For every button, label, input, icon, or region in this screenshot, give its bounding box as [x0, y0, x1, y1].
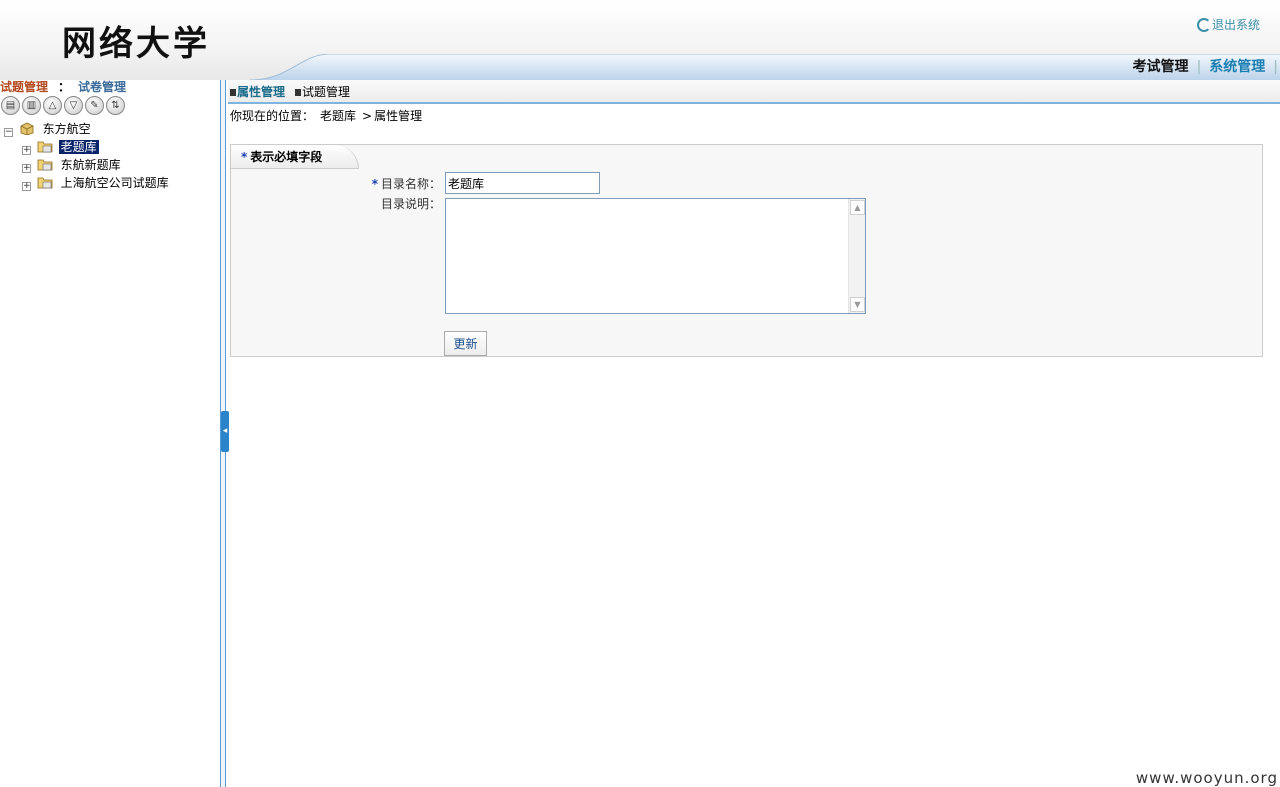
directory-description-textarea[interactable]: [445, 198, 866, 314]
category-tree: − 东方航空 + 老题库 + 东航新题库 + 上海航空公司试题库: [0, 120, 220, 192]
breadcrumb-prefix: 你现在的位置：: [230, 109, 315, 123]
folder-icon: [37, 177, 53, 189]
tab-question-management[interactable]: 试题管理: [0, 80, 48, 94]
required-star: *: [241, 150, 248, 164]
tree-item-label: 东航新题库: [60, 158, 121, 172]
legend-text: 表示必填字段: [250, 150, 323, 164]
logout-link[interactable]: 退出系统: [1196, 16, 1260, 33]
tree-toolbar: ▤ ▥ △ ▽ ✎ ⇅: [0, 96, 220, 118]
tree-root[interactable]: − 东方航空: [0, 120, 220, 138]
nav-system-management[interactable]: 系统管理: [1203, 56, 1271, 78]
logout-icon: [1196, 18, 1211, 32]
nav-separator: |: [1196, 59, 1202, 75]
update-button[interactable]: 更新: [444, 331, 487, 356]
tree-item-old-bank[interactable]: + 老题库: [0, 138, 220, 156]
tab-separator: ：: [58, 80, 71, 94]
left-panel: 试题管理 ： 试卷管理 ▤ ▥ △ ▽ ✎ ⇅ − 东方航空 + 老题库 + 东航新题库 + …: [0, 80, 220, 787]
tree-item-new-bank[interactable]: + 东航新题库: [0, 156, 220, 174]
desc-label: 目录说明：: [380, 197, 441, 211]
left-tabs: 试题管理 ： 试卷管理: [0, 80, 220, 94]
sub-tabs: 属性管理 试题管理: [228, 80, 1280, 104]
box-icon: [20, 122, 34, 135]
folder-icon: [37, 141, 53, 153]
logout-label: 退出系统: [1211, 18, 1260, 32]
tree-item-shanghai-bank[interactable]: + 上海航空公司试题库: [0, 174, 220, 192]
directory-name-input[interactable]: [445, 172, 600, 194]
move-up-icon[interactable]: △: [43, 96, 62, 115]
move-down-icon[interactable]: ▽: [64, 96, 83, 115]
add-folder-icon[interactable]: ▤: [1, 96, 20, 115]
form-legend: * 表示必填字段: [231, 145, 359, 169]
breadcrumb-current: 属性管理: [374, 109, 423, 123]
nav-band-graphic: [0, 54, 1280, 80]
tab-paper-management[interactable]: 试卷管理: [78, 80, 126, 94]
required-star: *: [371, 177, 378, 191]
expand-icon[interactable]: +: [22, 164, 31, 173]
tree-item-label: 上海航空公司试题库: [60, 176, 169, 190]
name-label: 目录名称：: [380, 177, 441, 191]
bullet-icon: [230, 89, 236, 96]
tab-question-management-sub[interactable]: 试题管理: [302, 85, 350, 99]
top-nav: 考试管理 | 系统管理 |: [0, 54, 1280, 80]
breadcrumb-root[interactable]: 老题库: [320, 109, 356, 123]
attribute-form: *表示必填字段 *目录名称： 目录说明： ▲ ▼ 更新: [230, 144, 1263, 357]
breadcrumb: 你现在的位置： 老题库 > 属性管理: [228, 104, 1280, 126]
delete-icon[interactable]: ▥: [22, 96, 41, 115]
nav-separator: |: [1273, 59, 1278, 75]
textarea-scrollbar[interactable]: ▲ ▼: [848, 199, 865, 313]
bullet-icon: [295, 89, 302, 96]
main-content: 属性管理 试题管理 你现在的位置： 老题库 > 属性管理 * 表示必填字段 * 目录名称： …: [228, 80, 1280, 787]
breadcrumb-arrow: >: [362, 109, 373, 123]
folder-icon: [37, 159, 53, 171]
expand-icon[interactable]: +: [22, 182, 31, 191]
tree-root-label: 东方航空: [42, 122, 91, 136]
name-label-row: * 目录名称：: [231, 175, 441, 192]
panel-splitter[interactable]: ◂: [220, 80, 229, 787]
watermark: www.wooyun.org: [1135, 769, 1278, 787]
expand-icon[interactable]: +: [22, 146, 31, 155]
scroll-down-icon[interactable]: ▼: [850, 297, 865, 312]
sort-icon[interactable]: ⇅: [106, 96, 125, 115]
tab-attribute-management[interactable]: 属性管理: [237, 85, 285, 99]
tree-item-label: 老题库: [58, 140, 99, 154]
edit-icon[interactable]: ✎: [85, 96, 104, 115]
collapse-icon[interactable]: −: [4, 128, 13, 137]
scroll-up-icon[interactable]: ▲: [850, 200, 865, 215]
nav-exam-management[interactable]: 考试管理: [1127, 56, 1195, 78]
